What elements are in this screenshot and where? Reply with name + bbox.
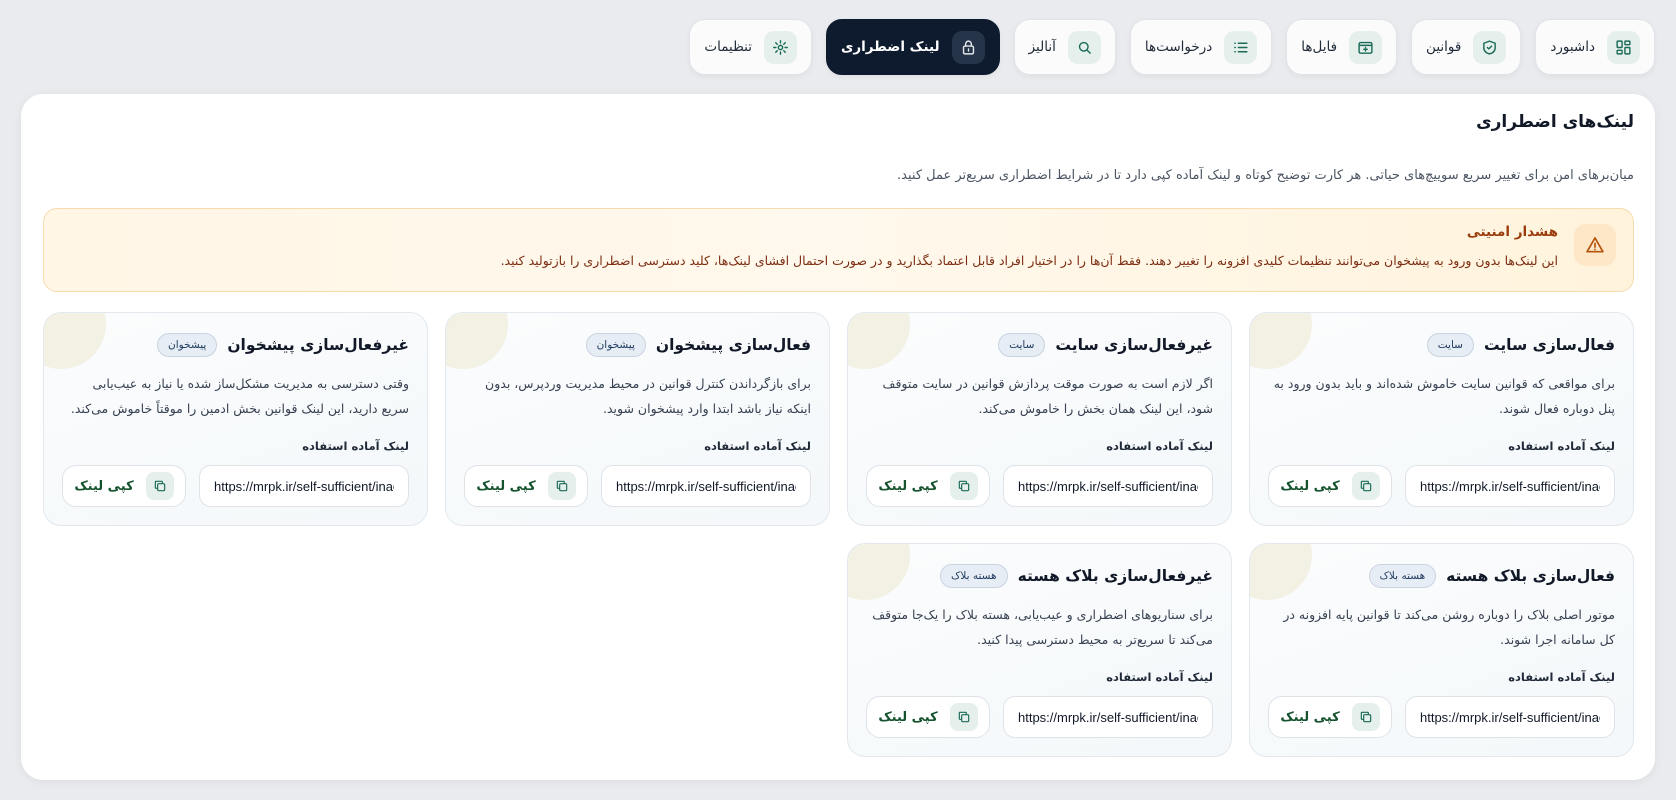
tab-label: درخواست‌ها [1144, 39, 1213, 55]
search-icon [1067, 30, 1101, 64]
card-title: غیرفعال‌سازی پیشخوان [227, 336, 409, 354]
tab-files[interactable]: فایل‌ها [1286, 19, 1398, 75]
copy-link-label: کپی لینک [878, 709, 938, 725]
link-card: غیرفعال‌سازی سایت سایت اگر لازم است به ص… [847, 312, 1232, 526]
copy-icon [949, 703, 978, 731]
copy-icon [547, 472, 576, 500]
security-warning: هشدار امنیتی این لینک‌ها بدون ورود به پی… [43, 208, 1634, 292]
tab-label: قوانین [1426, 39, 1462, 55]
tab-emergency-link[interactable]: لینک اضطراری [825, 19, 1000, 75]
page-title: لینک‌های اضطراری [1476, 112, 1634, 132]
card-title: فعال‌سازی بلاک هسته [1446, 567, 1615, 585]
card-title: غیرفعال‌سازی سایت [1055, 336, 1213, 354]
ready-link-label: لینک آماده استفاده [302, 439, 409, 453]
copy-link-button[interactable]: کپی لینک [1268, 465, 1392, 507]
dashboard-icon [1607, 30, 1640, 64]
link-url-field[interactable] [601, 465, 811, 507]
card-badge: پیشخوان [157, 333, 218, 357]
card-header: فعال‌سازی سایت سایت [1426, 333, 1615, 357]
card-badge: هسته بلاک [939, 564, 1008, 588]
card-badge: سایت [998, 333, 1046, 357]
card-title: فعال‌سازی سایت [1483, 336, 1615, 354]
link-card: فعال‌سازی پیشخوان پیشخوان برای بازگرداند… [445, 312, 830, 526]
copy-link-button[interactable]: کپی لینک [62, 465, 186, 507]
link-card: فعال‌سازی سایت سایت برای مواقعی که قوانی… [1249, 312, 1634, 526]
tab-label: لینک اضطراری [840, 39, 940, 55]
link-card: فعال‌سازی بلاک هسته هسته بلاک موتور اصلی… [1249, 543, 1634, 757]
warning-title: هشدار امنیتی [1466, 224, 1558, 240]
ready-link-label: لینک آماده استفاده [1106, 439, 1213, 453]
card-header: غیرفعال‌سازی سایت سایت [998, 333, 1213, 357]
tab-rules[interactable]: قوانین [1411, 19, 1522, 75]
tab-settings[interactable]: تنظیمات [689, 19, 812, 75]
link-url-field[interactable] [1405, 696, 1615, 738]
page-description: میان‌برهای امن برای تغییر سریع سوییچ‌های… [897, 168, 1634, 183]
copy-icon [1351, 703, 1380, 731]
ready-link-label: لینک آماده استفاده [1508, 670, 1615, 684]
warning-text: این لینک‌ها بدون ورود به پیشخوان می‌توان… [500, 253, 1558, 268]
copy-icon [1351, 472, 1380, 500]
tab-dashboard[interactable]: داشبورد [1535, 19, 1655, 75]
copy-icon [949, 472, 978, 500]
link-url-field[interactable] [1003, 465, 1213, 507]
card-header: غیرفعال‌سازی پیشخوان پیشخوان [157, 333, 409, 357]
card-title: غیرفعال‌سازی بلاک هسته [1017, 567, 1213, 585]
copy-link-button[interactable]: کپی لینک [1268, 696, 1392, 738]
copy-link-label: کپی لینک [878, 478, 938, 494]
warning-triangle-icon [1574, 224, 1616, 266]
copy-icon [145, 472, 174, 500]
copy-link-label: کپی لینک [1280, 709, 1340, 725]
gear-icon [763, 30, 797, 64]
link-url-field[interactable] [1003, 696, 1213, 738]
list-icon [1224, 30, 1258, 64]
link-url-field[interactable] [199, 465, 409, 507]
ready-link-label: لینک آماده استفاده [704, 439, 811, 453]
card-header: غیرفعال‌سازی بلاک هسته هسته بلاک [939, 564, 1213, 588]
copy-link-label: کپی لینک [1280, 478, 1340, 494]
emergency-links-panel: لینک‌های اضطراری میان‌برهای امن برای تغی… [21, 94, 1655, 780]
tab-label: آنالیز [1028, 39, 1056, 55]
tab-label: فایل‌ها [1301, 39, 1338, 55]
card-header: فعال‌سازی بلاک هسته هسته بلاک [1368, 564, 1615, 588]
card-description: برای مواقعی که قوانین سایت خاموش شده‌اند… [1273, 376, 1615, 416]
card-title: فعال‌سازی پیشخوان [655, 336, 811, 354]
top-nav: داشبورد قوانین فایل‌ها درخواست‌ها آنالیز… [689, 19, 1655, 75]
shield-check-icon [1473, 30, 1507, 64]
card-description: موتور اصلی بلاک را دوباره روشن می‌کند تا… [1283, 607, 1615, 647]
card-badge: سایت [1426, 333, 1474, 357]
card-badge: پیشخوان [585, 333, 646, 357]
tab-label: تنظیمات [704, 39, 752, 55]
ready-link-label: لینک آماده استفاده [1508, 439, 1615, 453]
copy-link-label: کپی لینک [74, 478, 134, 494]
card-description: برای سناریوهای اضطراری و عیب‌یابی، هسته … [872, 607, 1213, 647]
tab-requests[interactable]: درخواست‌ها [1129, 19, 1273, 75]
link-card: غیرفعال‌سازی پیشخوان پیشخوان وقتی دسترسی… [43, 312, 428, 526]
copy-link-button[interactable]: کپی لینک [866, 696, 990, 738]
card-description: برای بازگرداندن کنترل قوانین در محیط مدی… [485, 376, 811, 416]
link-cards-grid: فعال‌سازی سایت سایت برای مواقعی که قوانی… [43, 312, 1634, 757]
tab-label: داشبورد [1550, 39, 1595, 55]
link-card: غیرفعال‌سازی بلاک هسته هسته بلاک برای سن… [847, 543, 1232, 757]
ready-link-label: لینک آماده استفاده [1106, 670, 1213, 684]
card-description: وقتی دسترسی به مدیریت مشکل‌ساز شده یا نی… [70, 376, 409, 416]
copy-link-label: کپی لینک [476, 478, 536, 494]
tab-analysis[interactable]: آنالیز [1013, 19, 1116, 75]
copy-link-button[interactable]: کپی لینک [866, 465, 990, 507]
copy-link-button[interactable]: کپی لینک [464, 465, 588, 507]
card-badge: هسته بلاک [1368, 564, 1437, 588]
card-header: فعال‌سازی پیشخوان پیشخوان [585, 333, 811, 357]
lock-icon [951, 30, 985, 64]
link-url-field[interactable] [1405, 465, 1615, 507]
file-plus-icon [1349, 30, 1383, 64]
card-description: اگر لازم است به صورت موقت پردازش قوانین … [882, 376, 1214, 416]
